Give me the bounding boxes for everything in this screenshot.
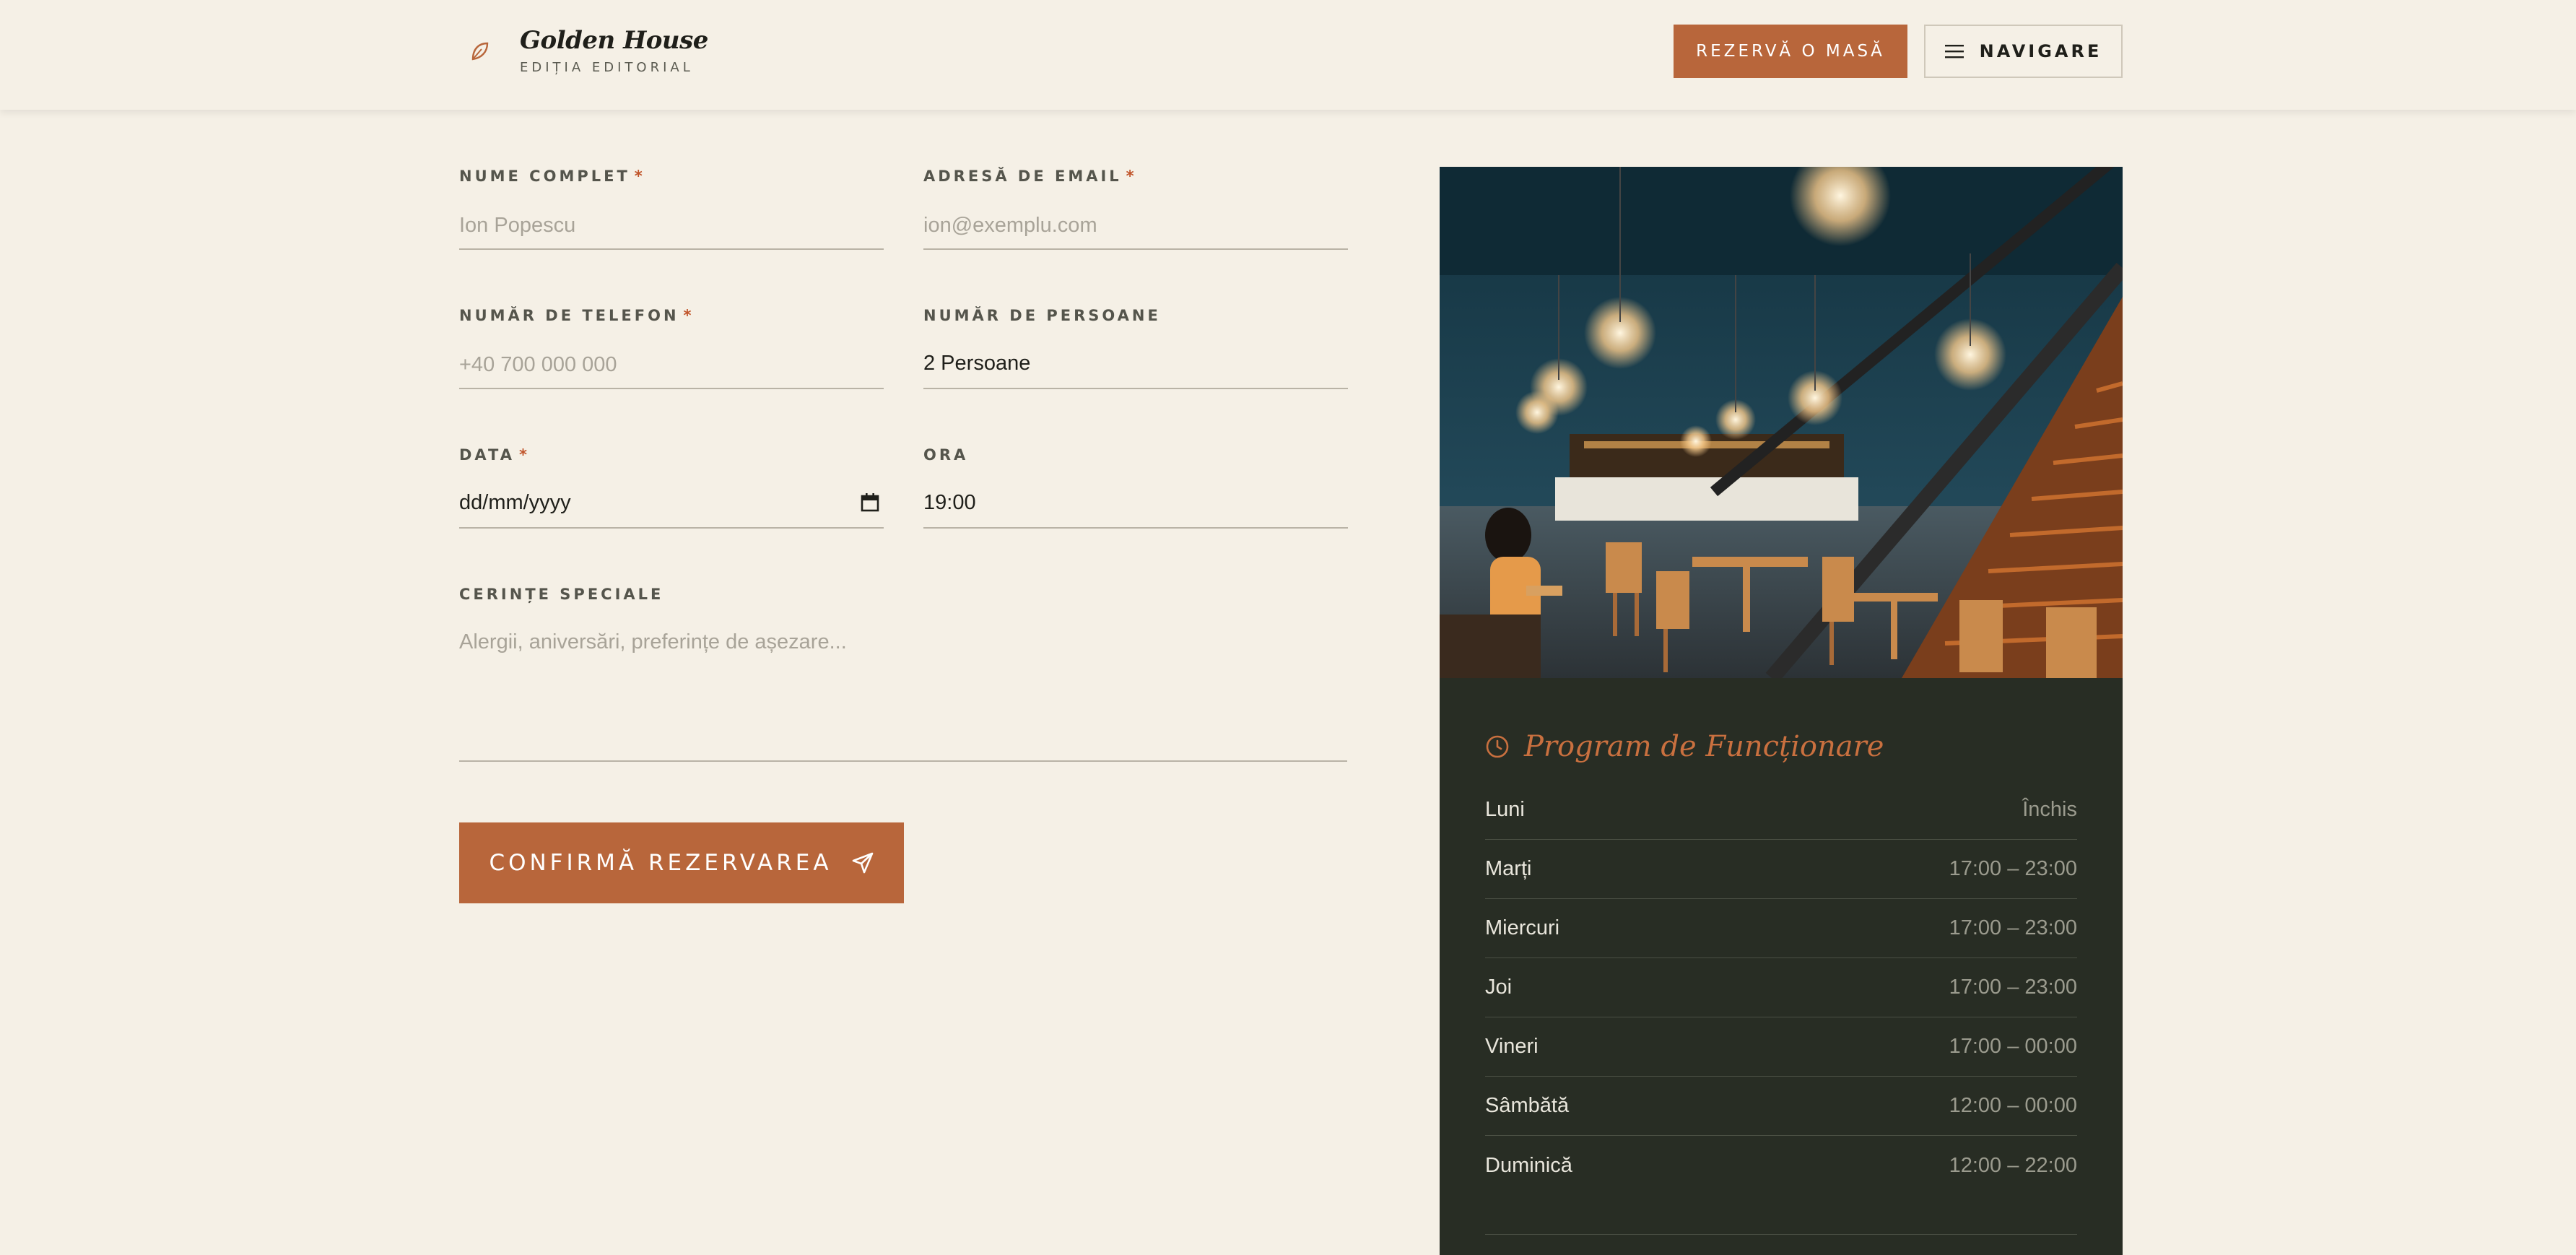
hours-row: Sâmbătă 12:00 – 00:00 xyxy=(1485,1077,2077,1136)
special-requests-field: CERINȚE SPECIALE xyxy=(459,586,1347,762)
guests-select[interactable]: 2 Persoane xyxy=(923,352,1348,389)
opening-hours-title-text: Program de Funcționare xyxy=(1524,730,1884,763)
divider xyxy=(1485,1234,2077,1235)
clock-icon xyxy=(1485,734,1510,759)
hours-row: Marți 17:00 – 23:00 xyxy=(1485,840,2077,899)
restaurant-photo xyxy=(1440,167,2123,678)
phone-label-text: NUMĂR DE TELEFON xyxy=(459,307,679,324)
hours-day: Miercuri xyxy=(1485,916,1560,939)
confirm-reservation-button[interactable]: CONFIRMĂ REZERVAREA xyxy=(459,822,904,903)
date-field: DATA * dd/mm/yyyy xyxy=(459,446,884,529)
date-label-text: DATA xyxy=(459,446,515,464)
guests-field: NUMĂR DE PERSOANE 2 Persoane xyxy=(923,307,1348,389)
date-value: dd/mm/yyyy xyxy=(459,491,571,514)
send-icon xyxy=(851,851,874,874)
required-mark: * xyxy=(683,307,695,324)
guests-label: NUMĂR DE PERSOANE xyxy=(923,307,1161,324)
hours-row: Vineri 17:00 – 00:00 xyxy=(1485,1017,2077,1077)
date-label: DATA * xyxy=(459,446,884,464)
special-requests-label: CERINȚE SPECIALE xyxy=(459,586,664,603)
name-input[interactable] xyxy=(459,212,884,250)
brand-subtitle: EDIȚIA EDITORIAL xyxy=(520,60,694,76)
date-input[interactable]: dd/mm/yyyy xyxy=(459,491,884,529)
required-mark: * xyxy=(519,446,530,464)
name-field: NUME COMPLET * xyxy=(459,168,884,250)
time-field: ORA 19:00 xyxy=(923,446,1348,529)
special-requests-input[interactable] xyxy=(459,630,1347,762)
hours-day: Joi xyxy=(1485,976,1513,999)
hours-time: 17:00 – 23:00 xyxy=(1949,857,2077,880)
navigation-label: NAVIGARE xyxy=(1979,41,2102,61)
email-label: ADRESĂ DE EMAIL * xyxy=(923,168,1348,185)
confirm-reservation-label: CONFIRMĂ REZERVAREA xyxy=(489,850,832,876)
hours-time: Închis xyxy=(2022,798,2077,821)
required-mark: * xyxy=(634,168,645,185)
time-label: ORA xyxy=(923,446,969,464)
site-header: Golden House EDIȚIA EDITORIAL REZERVĂ O … xyxy=(0,0,2576,110)
hours-row: Miercuri 17:00 – 23:00 xyxy=(1485,899,2077,958)
hours-day: Vineri xyxy=(1485,1035,1539,1058)
brand[interactable]: Golden House EDIȚIA EDITORIAL xyxy=(459,27,708,75)
navigation-button[interactable]: NAVIGARE xyxy=(1924,25,2123,78)
leaf-icon xyxy=(459,31,500,71)
hours-time: 17:00 – 00:00 xyxy=(1949,1035,2077,1058)
hours-time: 12:00 – 22:00 xyxy=(1949,1153,2077,1177)
name-label: NUME COMPLET * xyxy=(459,168,884,185)
brand-text: Golden House EDIȚIA EDITORIAL xyxy=(520,27,708,75)
time-select[interactable]: 19:00 xyxy=(923,491,1348,529)
brand-title: Golden House xyxy=(520,26,708,55)
hours-day: Marți xyxy=(1485,857,1532,880)
reserve-table-button[interactable]: REZERVĂ O MASĂ xyxy=(1674,25,1907,78)
email-label-text: ADRESĂ DE EMAIL xyxy=(923,168,1122,185)
menu-icon xyxy=(1944,44,1964,58)
phone-label: NUMĂR DE TELEFON * xyxy=(459,307,884,324)
email-input[interactable] xyxy=(923,212,1348,250)
time-value: 19:00 xyxy=(923,491,976,514)
opening-hours: Program de Funcționare Luni Închis Marți… xyxy=(1485,730,2077,1195)
email-field: ADRESĂ DE EMAIL * xyxy=(923,168,1348,250)
hours-row: Luni Închis xyxy=(1485,781,2077,840)
hours-day: Sâmbătă xyxy=(1485,1094,1570,1117)
hours-list: Luni Închis Marți 17:00 – 23:00 Miercuri… xyxy=(1485,781,2077,1195)
hours-time: 17:00 – 23:00 xyxy=(1949,976,2077,999)
name-label-text: NUME COMPLET xyxy=(459,168,630,185)
phone-field: NUMĂR DE TELEFON * xyxy=(459,307,884,389)
calendar-icon[interactable] xyxy=(861,492,879,518)
info-panel: Program de Funcționare Luni Închis Marți… xyxy=(1440,167,2123,1255)
phone-input[interactable] xyxy=(459,352,884,389)
hours-time: 12:00 – 00:00 xyxy=(1949,1094,2077,1117)
opening-hours-title: Program de Funcționare xyxy=(1485,730,2077,763)
hours-time: 17:00 – 23:00 xyxy=(1949,916,2077,939)
hours-row: Joi 17:00 – 23:00 xyxy=(1485,958,2077,1017)
guests-value: 2 Persoane xyxy=(923,352,1031,375)
hours-row: Duminică 12:00 – 22:00 xyxy=(1485,1136,2077,1195)
required-mark: * xyxy=(1126,168,1137,185)
hours-day: Luni xyxy=(1485,798,1525,821)
hours-day: Duminică xyxy=(1485,1153,1572,1177)
